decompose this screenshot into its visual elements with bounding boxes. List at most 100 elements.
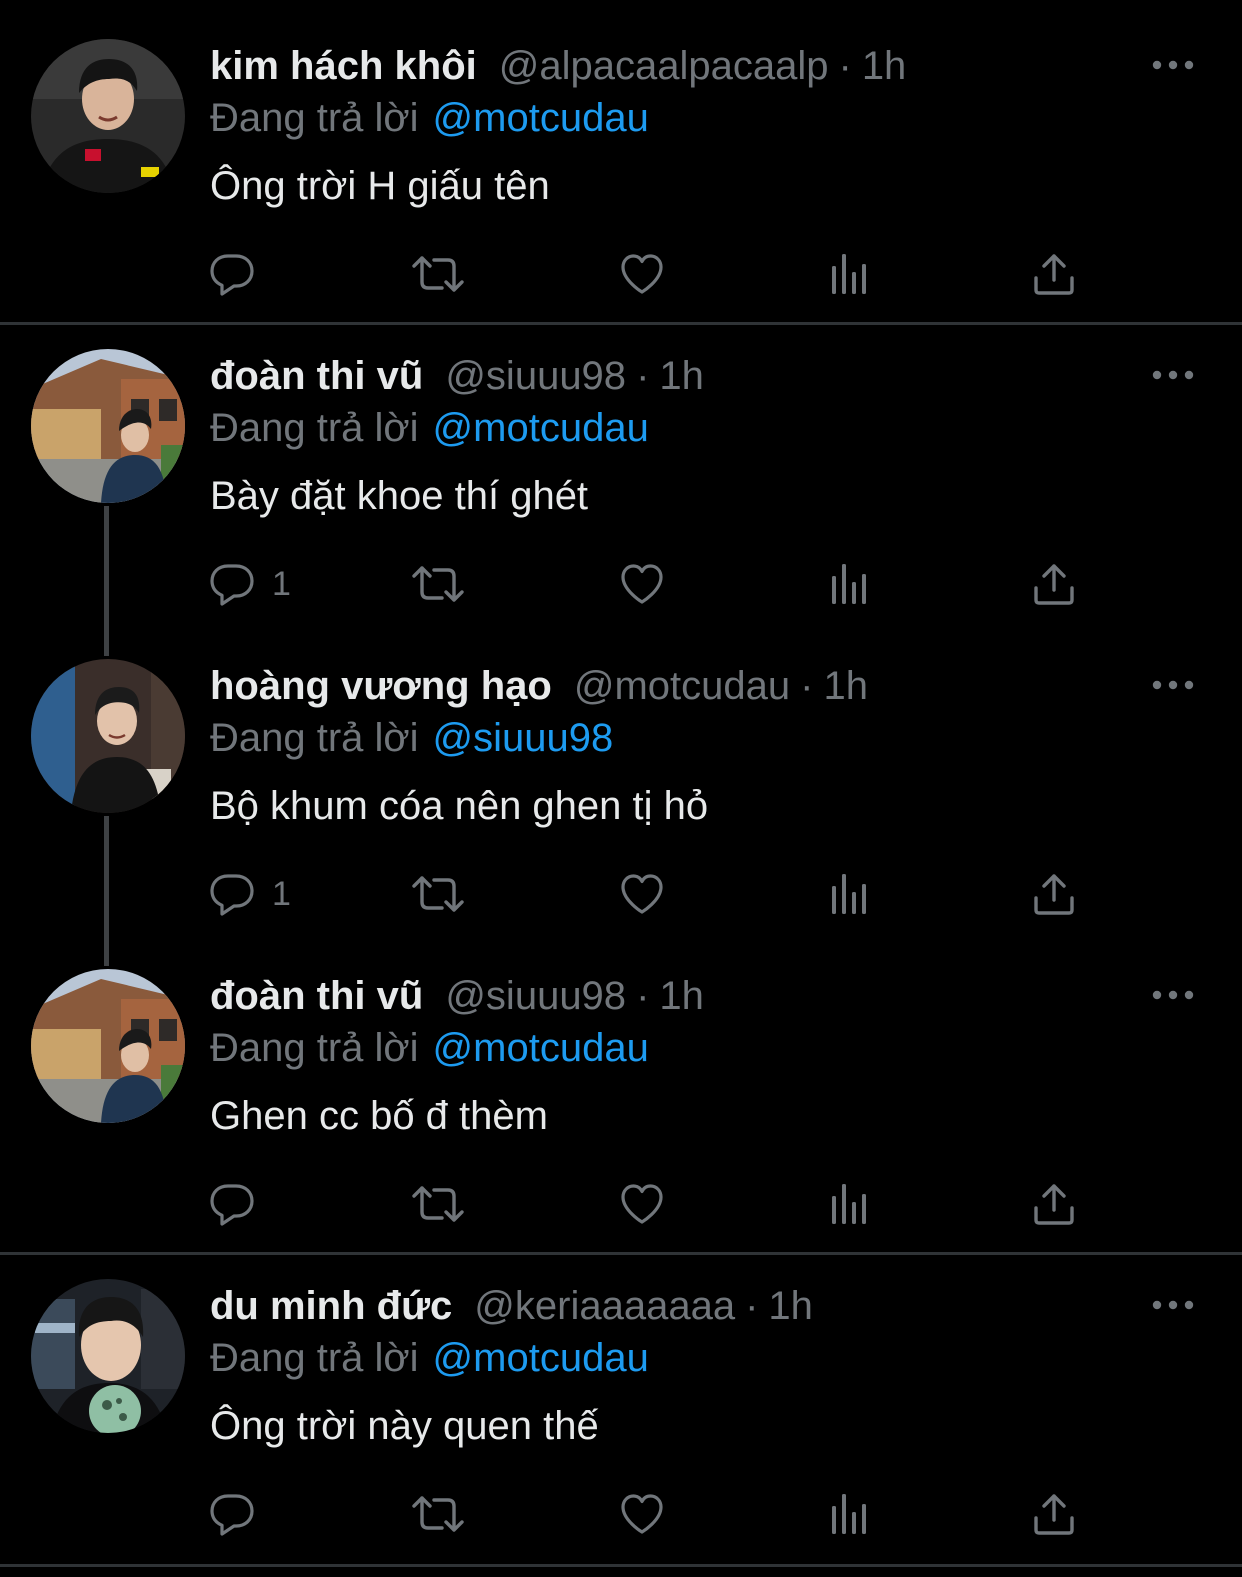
reply-button[interactable]: 1: [208, 552, 328, 616]
reply-button[interactable]: [208, 1172, 328, 1236]
share-button[interactable]: [1030, 552, 1100, 616]
share-button[interactable]: [1030, 1172, 1100, 1236]
avatar[interactable]: [31, 969, 185, 1123]
views-icon: [824, 250, 872, 298]
like-icon: [618, 870, 666, 918]
avatar[interactable]: [31, 349, 185, 503]
tweet-actions: [0, 1482, 1242, 1546]
replying-to-label: Đang trả lời: [210, 716, 419, 760]
retweet-button[interactable]: [410, 1482, 480, 1546]
views-button[interactable]: [824, 1482, 894, 1546]
user-handle[interactable]: @siuuu98: [445, 974, 626, 1018]
views-icon: [824, 1490, 872, 1538]
replying-to-handle[interactable]: @motcudau: [433, 1336, 649, 1380]
more-icon: [1146, 1288, 1200, 1322]
more-options-button[interactable]: [1146, 1288, 1200, 1322]
like-icon: [618, 250, 666, 298]
retweet-button[interactable]: [410, 242, 480, 306]
views-icon: [824, 1180, 872, 1228]
display-name[interactable]: du minh đức: [210, 1284, 452, 1328]
tweet[interactable]: đoàn thi vũ @siuuu98 · 1h Đang trả lời @motc…: [0, 930, 1242, 1240]
reply-button[interactable]: [208, 1482, 328, 1546]
reply-icon: [208, 1490, 256, 1538]
replying-to-label: Đang trả lời: [210, 406, 419, 450]
more-options-button[interactable]: [1146, 978, 1200, 1012]
tweet-actions: [0, 1172, 1242, 1236]
display-name[interactable]: đoàn thi vũ: [210, 974, 423, 1018]
share-icon: [1030, 250, 1078, 298]
separator-dot: ·: [745, 1284, 759, 1328]
replying-to-handle[interactable]: @motcudau: [433, 1026, 649, 1070]
avatar[interactable]: [31, 1279, 185, 1433]
more-options-button[interactable]: [1146, 668, 1200, 702]
avatar[interactable]: [31, 39, 185, 193]
display-name[interactable]: kim hách khôi: [210, 44, 477, 88]
replying-to: Đang trả lời @motcudau: [210, 1330, 649, 1386]
share-icon: [1030, 870, 1078, 918]
tweet[interactable]: du minh đức @keriaaaaaaa · 1h Đang trả lời @…: [0, 1240, 1242, 1550]
more-options-button[interactable]: [1146, 358, 1200, 392]
avatar[interactable]: [31, 659, 185, 813]
reply-icon: [208, 870, 256, 918]
display-name[interactable]: hoàng vương hạo: [210, 664, 552, 708]
share-button[interactable]: [1030, 242, 1100, 306]
like-button[interactable]: [618, 1482, 688, 1546]
like-button[interactable]: [618, 862, 688, 926]
more-icon: [1146, 978, 1200, 1012]
replying-to-handle[interactable]: @siuuu98: [433, 716, 614, 760]
user-handle[interactable]: @siuuu98: [445, 354, 626, 398]
tweet[interactable]: đoàn thi vũ @siuuu98 · 1h Đang trả lời @motc…: [0, 310, 1242, 620]
views-button[interactable]: [824, 242, 894, 306]
views-button[interactable]: [824, 862, 894, 926]
replying-to: Đang trả lời @motcudau: [210, 400, 649, 456]
timestamp[interactable]: 1h: [768, 1284, 813, 1328]
tweet-header: đoàn thi vũ @siuuu98 · 1h: [210, 968, 704, 1024]
like-button[interactable]: [618, 552, 688, 616]
share-icon: [1030, 1490, 1078, 1538]
user-handle[interactable]: @alpacaalpacaalp: [499, 44, 829, 88]
replying-to-handle[interactable]: @motcudau: [433, 96, 649, 140]
display-name[interactable]: đoàn thi vũ: [210, 354, 423, 398]
replying-to-handle[interactable]: @motcudau: [433, 406, 649, 450]
reply-button[interactable]: 1: [208, 862, 328, 926]
tweet[interactable]: hoàng vương hạo @motcudau · 1h Đang trả lời…: [0, 620, 1242, 930]
tweet-actions: 1: [0, 862, 1242, 926]
share-icon: [1030, 1180, 1078, 1228]
separator-dot: ·: [636, 354, 650, 398]
views-button[interactable]: [824, 552, 894, 616]
user-handle[interactable]: @motcudau: [574, 664, 790, 708]
retweet-icon: [410, 870, 466, 918]
tweet-header: đoàn thi vũ @siuuu98 · 1h: [210, 348, 704, 404]
divider: [0, 1564, 1242, 1567]
reply-icon: [208, 250, 256, 298]
user-handle[interactable]: @keriaaaaaaa: [474, 1284, 735, 1328]
retweet-button[interactable]: [410, 552, 480, 616]
views-icon: [824, 560, 872, 608]
timestamp[interactable]: 1h: [659, 974, 704, 1018]
views-button[interactable]: [824, 1172, 894, 1236]
more-options-button[interactable]: [1146, 48, 1200, 82]
like-button[interactable]: [618, 242, 688, 306]
retweet-icon: [410, 560, 466, 608]
reply-icon: [208, 560, 256, 608]
replying-to-label: Đang trả lời: [210, 1336, 419, 1380]
like-icon: [618, 1180, 666, 1228]
timestamp[interactable]: 1h: [823, 664, 868, 708]
tweet[interactable]: kim hách khôi @alpacaalpacaalp · 1h Đang tr…: [0, 0, 1242, 310]
retweet-icon: [410, 1180, 466, 1228]
share-button[interactable]: [1030, 862, 1100, 926]
reply-button[interactable]: [208, 242, 328, 306]
share-icon: [1030, 560, 1078, 608]
tweet-text: Ông trời H giấu tên: [210, 164, 550, 208]
timestamp[interactable]: 1h: [659, 354, 704, 398]
tweet-header: hoàng vương hạo @motcudau · 1h: [210, 658, 868, 714]
separator-dot: ·: [838, 44, 852, 88]
like-button[interactable]: [618, 1172, 688, 1236]
retweet-button[interactable]: [410, 1172, 480, 1236]
share-button[interactable]: [1030, 1482, 1100, 1546]
retweet-button[interactable]: [410, 862, 480, 926]
reply-icon: [208, 1180, 256, 1228]
timestamp[interactable]: 1h: [862, 44, 907, 88]
more-icon: [1146, 668, 1200, 702]
replying-to-label: Đang trả lời: [210, 96, 419, 140]
